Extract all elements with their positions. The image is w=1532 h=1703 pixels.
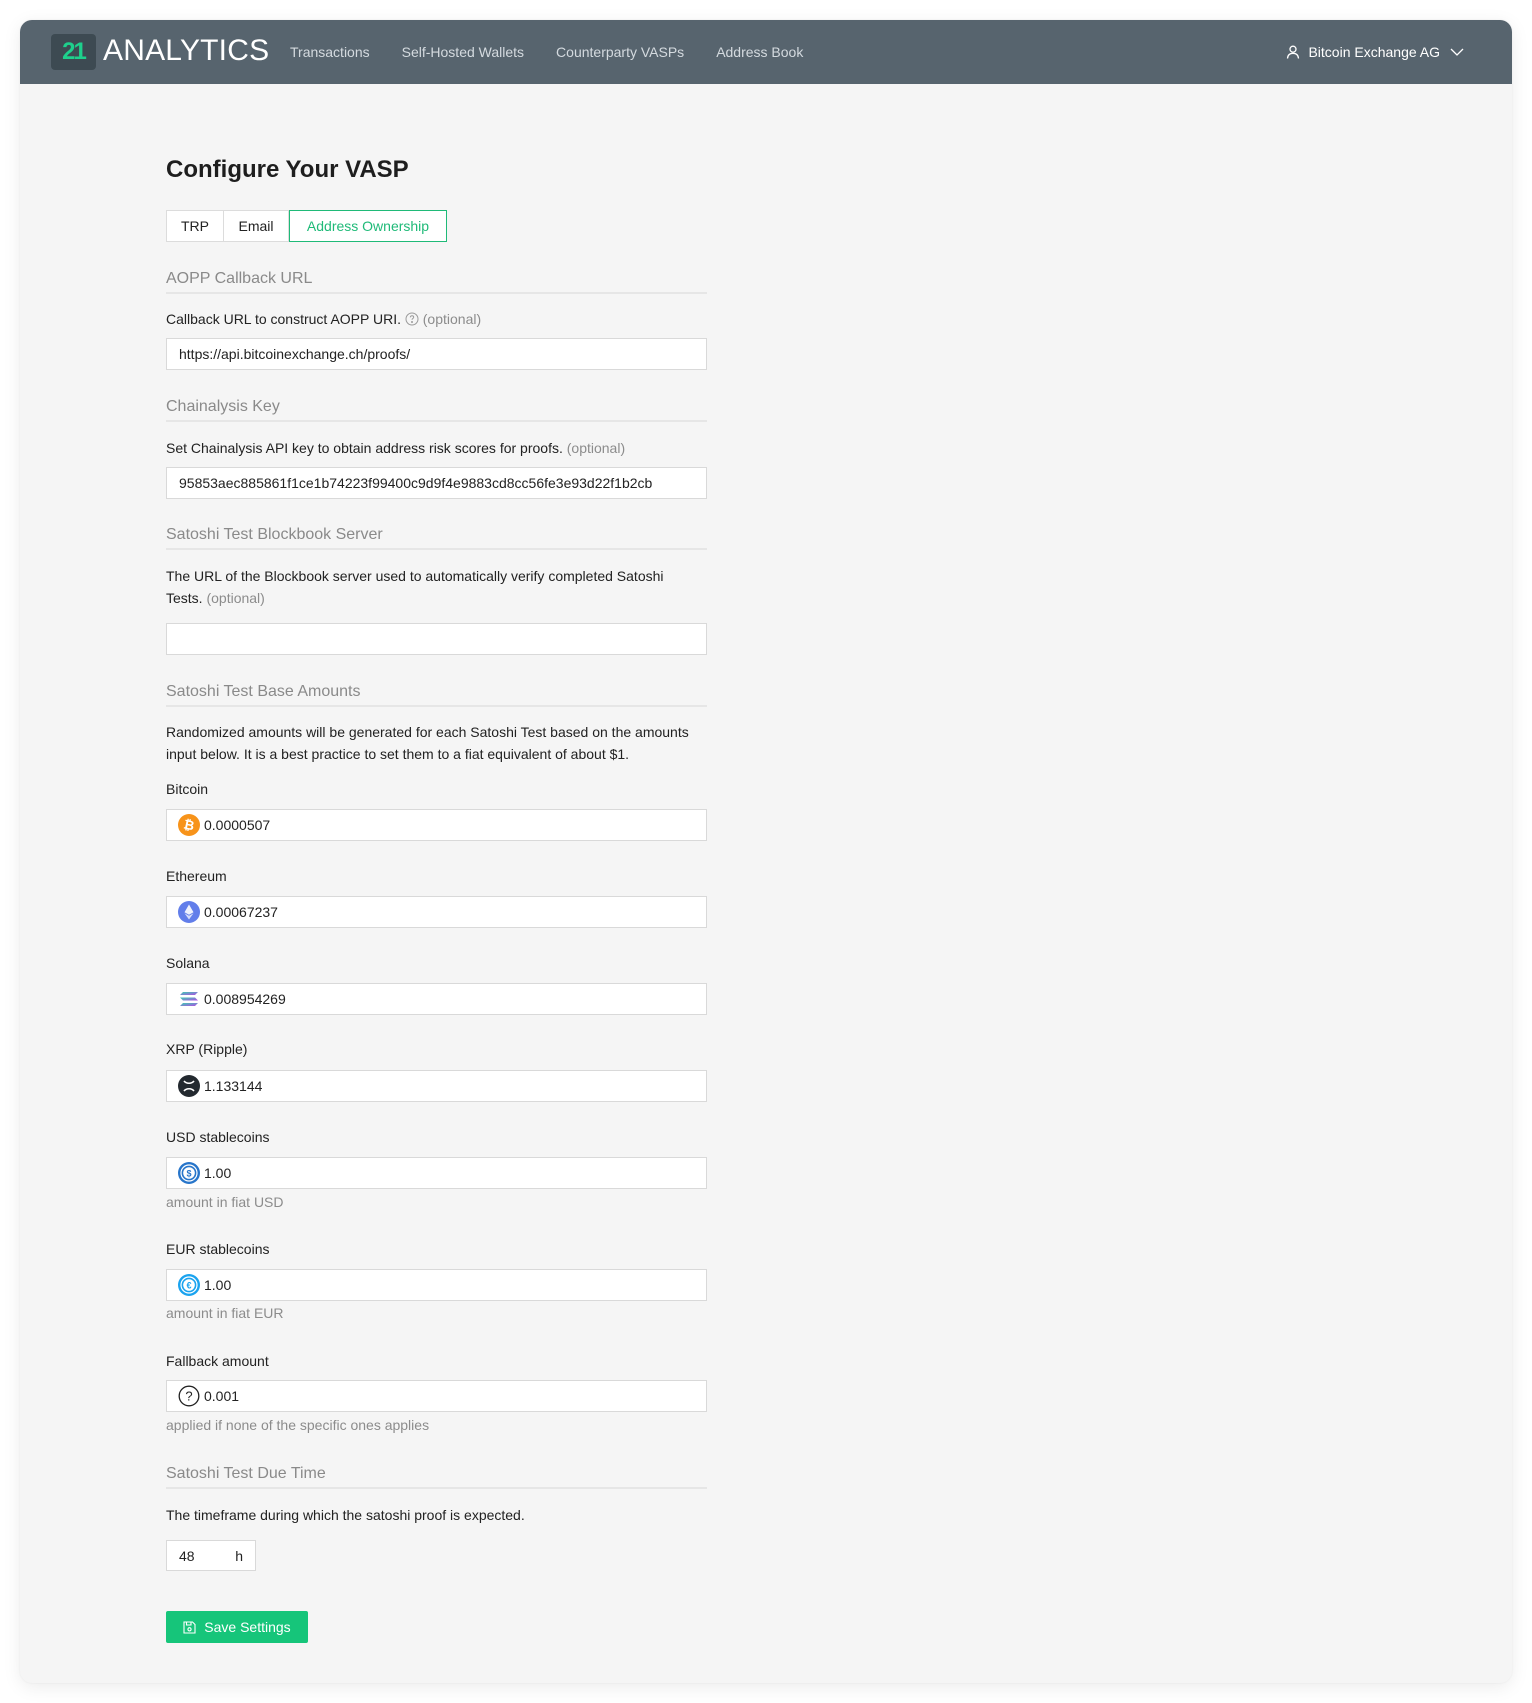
- logo-text[interactable]: ANALYTICS: [103, 33, 269, 69]
- solana-label: Solana: [166, 955, 210, 971]
- xrp-amount-input[interactable]: 1.133144: [166, 1070, 707, 1102]
- blockbook-server-input[interactable]: [166, 623, 707, 655]
- nav-self-hosted-wallets[interactable]: Self-Hosted Wallets: [402, 44, 524, 60]
- settings-tabs: TRP Email Address Ownership: [166, 210, 447, 242]
- bitcoin-label: Bitcoin: [166, 781, 209, 797]
- eur-stablecoins-amount-input[interactable]: € 1.00: [166, 1269, 707, 1301]
- base-amounts-desc-line1: Randomized amounts will be generated for…: [166, 724, 689, 740]
- eurc-icon: €: [178, 1274, 200, 1296]
- ethereum-label: Ethereum: [166, 868, 227, 884]
- solana-icon: [180, 992, 198, 1006]
- xrp-icon: [178, 1075, 200, 1097]
- blockbook-description: The URL of the Blockbook server used to …: [166, 565, 707, 609]
- svg-text:€: €: [186, 1280, 191, 1290]
- save-icon: [183, 1620, 196, 1634]
- fallback-helper-text: applied if none of the specific ones app…: [166, 1417, 430, 1433]
- due-time-description: The timeframe during which the satoshi p…: [166, 1507, 525, 1523]
- aopp-description: Callback URL to construct AOPP URI. (opt…: [166, 308, 707, 332]
- aopp-callback-url-input[interactable]: https://api.bitcoinexchange.ch/proofs/: [166, 338, 707, 370]
- fallback-amount-input[interactable]: ? 0.001: [166, 1380, 707, 1412]
- chainalysis-key-input[interactable]: 95853aec885861f1ce1b74223f99400c9d9f4e98…: [166, 467, 707, 499]
- user-icon: [1286, 45, 1300, 59]
- page-title: Configure Your VASP: [166, 156, 409, 183]
- optional-tag: (optional): [422, 311, 482, 327]
- optional-tag: (optional): [206, 590, 265, 606]
- user-name: Bitcoin Exchange AG: [1308, 44, 1440, 60]
- user-menu[interactable]: Bitcoin Exchange AG: [1286, 20, 1464, 84]
- usd-stablecoins-amount-input[interactable]: $ 1.00: [166, 1157, 707, 1189]
- input-value: 0.00067237: [204, 904, 278, 920]
- xrp-label: XRP (Ripple): [166, 1041, 248, 1057]
- ethereum-icon: [178, 901, 200, 923]
- aopp-label: Callback URL to construct AOPP URI.: [166, 311, 401, 327]
- chevron-down-icon: [1450, 47, 1464, 57]
- section-title-aopp: AOPP Callback URL: [166, 269, 707, 294]
- hours-unit-suffix: h: [235, 1547, 243, 1564]
- solana-amount-input[interactable]: 0.008954269: [166, 983, 707, 1015]
- chainalysis-description: Set Chainalysis API key to obtain addres…: [166, 437, 707, 459]
- question-circle-icon: ?: [178, 1385, 200, 1407]
- section-title-chainalysis: Chainalysis Key: [166, 397, 707, 422]
- save-settings-button[interactable]: Save Settings: [166, 1611, 308, 1643]
- section-title-base-amounts: Satoshi Test Base Amounts: [166, 682, 707, 707]
- app-window: 21 ANALYTICS Transactions Self-Hosted Wa…: [20, 20, 1512, 1683]
- eur-stablecoins-label: EUR stablecoins: [166, 1241, 270, 1257]
- input-value: 1.00: [204, 1165, 232, 1181]
- blockbook-desc-line2: Tests. (optional): [166, 587, 707, 609]
- nav-address-book[interactable]: Address Book: [716, 44, 803, 60]
- svg-text:?: ?: [185, 1389, 192, 1404]
- svg-text:$: $: [186, 1168, 191, 1178]
- logo-mark[interactable]: 21: [51, 34, 96, 70]
- input-value: 0.008954269: [204, 991, 286, 1007]
- input-value: 0.0000507: [204, 817, 271, 833]
- input-value: 1.133144: [204, 1078, 263, 1094]
- main-nav: Transactions Self-Hosted Wallets Counter…: [290, 20, 835, 84]
- input-value: https://api.bitcoinexchange.ch/proofs/: [179, 346, 411, 362]
- eur-helper-text: amount in fiat EUR: [166, 1305, 284, 1321]
- section-title-due-time: Satoshi Test Due Time: [166, 1464, 707, 1489]
- blockbook-desc-text: Tests.: [166, 590, 203, 606]
- blockbook-desc-line1: The URL of the Blockbook server used to …: [166, 568, 664, 584]
- bitcoin-amount-input[interactable]: ₿ 0.0000507: [166, 809, 707, 841]
- input-value: 48: [179, 1547, 195, 1564]
- tab-email[interactable]: Email: [224, 210, 289, 242]
- due-time-hours-input[interactable]: 48 h: [166, 1540, 256, 1571]
- usdc-icon: $: [178, 1162, 200, 1184]
- nav-transactions[interactable]: Transactions: [290, 44, 370, 60]
- base-amounts-desc-line2: input below. It is a best practice to se…: [166, 746, 630, 762]
- bitcoin-icon: ₿: [178, 814, 200, 836]
- help-icon[interactable]: [405, 310, 419, 332]
- save-settings-label: Save Settings: [204, 1619, 291, 1635]
- usd-helper-text: amount in fiat USD: [166, 1194, 284, 1210]
- fallback-amount-label: Fallback amount: [166, 1353, 269, 1369]
- input-value: 95853aec885861f1ce1b74223f99400c9d9f4e98…: [179, 475, 653, 491]
- top-navbar: 21 ANALYTICS Transactions Self-Hosted Wa…: [20, 20, 1512, 84]
- section-title-blockbook: Satoshi Test Blockbook Server: [166, 525, 707, 550]
- chainalysis-label: Set Chainalysis API key to obtain addres…: [166, 440, 563, 456]
- usd-stablecoins-label: USD stablecoins: [166, 1129, 270, 1145]
- nav-counterparty-vasps[interactable]: Counterparty VASPs: [556, 44, 684, 60]
- optional-tag: (optional): [566, 440, 626, 456]
- tab-trp[interactable]: TRP: [166, 210, 224, 242]
- base-amounts-description: Randomized amounts will be generated for…: [166, 721, 707, 765]
- input-value: 0.001: [204, 1388, 240, 1404]
- ethereum-amount-input[interactable]: 0.00067237: [166, 896, 707, 928]
- tab-address-ownership[interactable]: Address Ownership: [289, 210, 447, 242]
- input-value: 1.00: [204, 1277, 232, 1293]
